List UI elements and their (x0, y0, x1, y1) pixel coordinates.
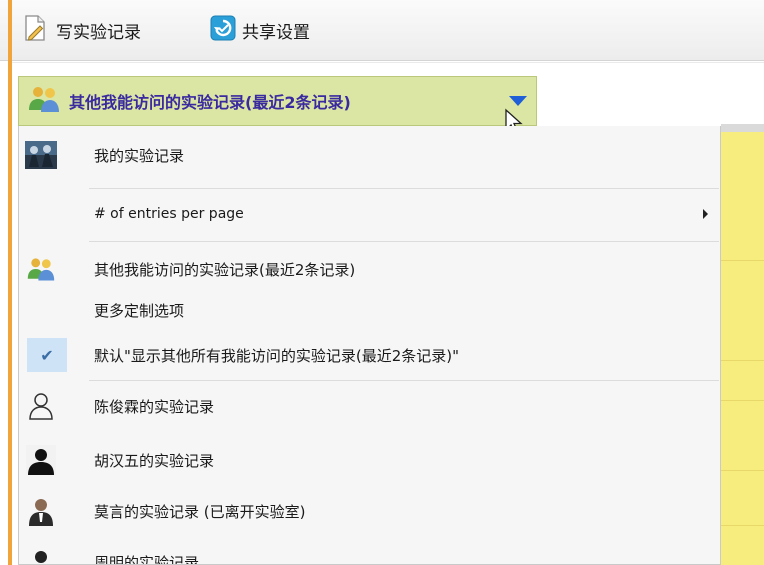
menu-item-my-records[interactable]: 我的实验记录 (19, 134, 720, 176)
left-accent-bar (8, 0, 12, 565)
side-panel-line (721, 525, 764, 526)
menu-item-label: 默认"显示其他所有我能访问的实验记录(最近2条记录)" (94, 346, 460, 365)
user-outline-icon (25, 390, 57, 422)
side-panel (721, 132, 764, 565)
dropdown-label: 其他我能访问的实验记录(最近2条记录) (69, 93, 351, 112)
write-record-button[interactable]: 写实验记录 (20, 14, 141, 46)
people-icon (27, 84, 61, 118)
menu-item-label: 其他我能访问的实验记录(最近2条记录) (94, 260, 356, 279)
menu-item-entries-per-page[interactable]: # of entries per page (19, 193, 720, 235)
menu-item-label: 我的实验记录 (94, 146, 185, 165)
menu-item-label: 陈俊霖的实验记录 (94, 397, 215, 416)
write-record-label: 写实验记录 (56, 22, 141, 43)
side-panel-header (721, 124, 764, 132)
menu-item-default-option[interactable]: ✔ 默认"显示其他所有我能访问的实验记录(最近2条记录)" (19, 334, 720, 376)
menu-item-label: 胡汉五的实验记录 (94, 451, 215, 470)
menu-item-more-options[interactable]: 更多定制选项 (19, 293, 720, 327)
side-panel-line (721, 470, 764, 471)
people-icon (25, 253, 57, 285)
side-panel-line (721, 400, 764, 401)
share-settings-button[interactable]: 共享设置 (210, 14, 310, 46)
divider (12, 62, 764, 63)
chevron-down-icon[interactable] (509, 96, 527, 106)
group-photo-icon (25, 139, 57, 171)
user-silhouette-icon (25, 444, 57, 476)
menu-item-others[interactable]: 其他我能访问的实验记录(最近2条记录) (19, 248, 720, 290)
side-panel-line (721, 360, 764, 361)
menu-separator (89, 380, 719, 381)
submenu-arrow-icon (703, 209, 708, 219)
menu-item-user-record[interactable]: 周明的实验记录 (19, 541, 720, 565)
menu-item-label: 莫言的实验记录 (已离开实验室) (94, 502, 306, 521)
menu-separator (89, 188, 719, 189)
checkmark-icon: ✔ (27, 338, 67, 372)
menu-item-user-record[interactable]: 胡汉五的实验记录 (19, 439, 720, 481)
menu-item-label: 周明的实验记录 (94, 553, 200, 565)
user-silhouette-icon (25, 546, 57, 564)
records-filter-dropdown[interactable]: 其他我能访问的实验记录(最近2条记录) (18, 76, 537, 126)
share-icon (210, 15, 236, 46)
toolbar: 写实验记录 共享设置 (0, 0, 764, 61)
menu-item-user-record[interactable]: 陈俊霖的实验记录 (19, 385, 720, 427)
menu-item-label: # of entries per page (94, 206, 244, 222)
share-settings-label: 共享设置 (242, 22, 310, 43)
side-panel-line (721, 260, 764, 261)
menu-separator (89, 241, 719, 242)
dropdown-menu: 我的实验记录 # of entries per page 其他我能访问的实验记录… (18, 126, 721, 565)
menu-item-label: 更多定制选项 (94, 301, 185, 320)
menu-item-user-record[interactable]: 莫言的实验记录 (已离开实验室) (19, 490, 720, 532)
user-photo-icon (25, 495, 57, 527)
document-pen-icon (20, 13, 50, 48)
